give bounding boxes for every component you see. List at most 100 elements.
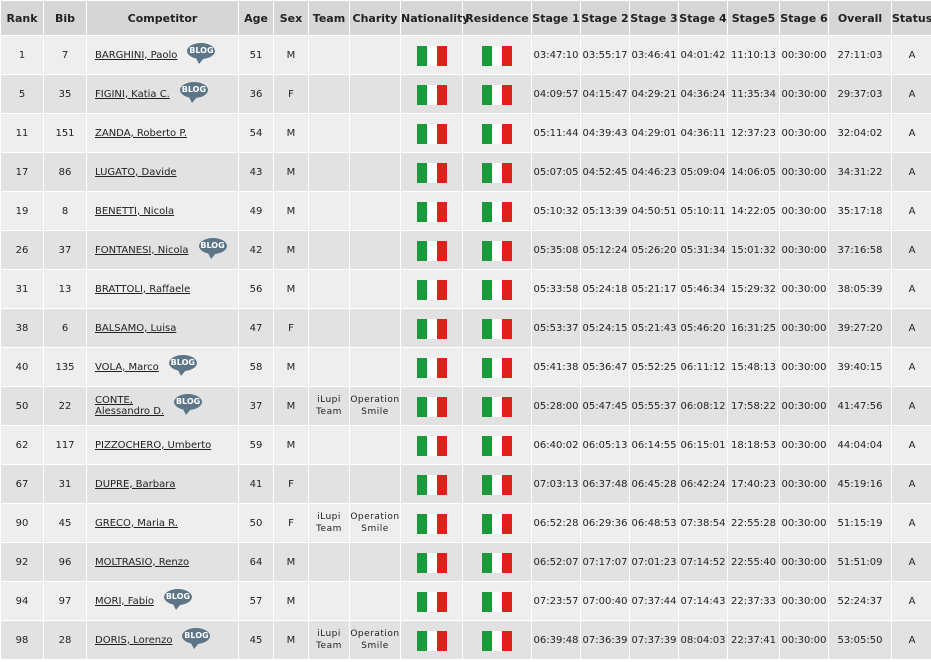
stage-6-cell: 00:30:00 xyxy=(780,231,828,269)
residence-flag-icon xyxy=(482,163,512,183)
charity-cell-line-1: Operation xyxy=(350,629,400,639)
age-cell: 45 xyxy=(239,621,273,659)
team-cell: iLupi Team xyxy=(309,387,349,425)
flag-stripe xyxy=(436,592,447,612)
stage-2-cell: 03:55:17 xyxy=(581,36,629,74)
flag-stripe xyxy=(502,631,512,651)
sex-cell: M xyxy=(274,231,308,269)
stage-6-cell: 00:30:00 xyxy=(780,582,828,620)
stage-2-cell: 05:36:47 xyxy=(581,348,629,386)
overall-cell: 27:11:03 xyxy=(829,36,891,74)
stage-2-cell: 04:15:47 xyxy=(581,75,629,113)
flag-stripe xyxy=(482,358,492,378)
competitor-name: ZANDA, Roberto P. xyxy=(95,127,187,139)
competitor-link[interactable]: BRATTOLI, Raffaele xyxy=(95,284,190,295)
competitor-link[interactable]: DORIS, Lorenzo xyxy=(95,635,172,646)
flag-stripe xyxy=(482,514,492,534)
nationality-flag-icon xyxy=(416,358,447,378)
sex-cell: F xyxy=(274,465,308,503)
flag-stripe xyxy=(416,514,427,534)
flag-stripe xyxy=(492,85,502,105)
competitor-cell: GRECO, Maria R. xyxy=(87,504,238,542)
flag-stripe xyxy=(502,514,512,534)
residence-flag-icon xyxy=(482,46,512,66)
flag-stripe xyxy=(416,202,427,222)
flag-stripe xyxy=(426,592,437,612)
blog-badge-icon[interactable]: BLOG xyxy=(168,355,197,376)
competitor-name: DORIS, Lorenzo xyxy=(95,634,173,646)
residence-flag-cell xyxy=(463,426,531,464)
competitor-link[interactable]: BARGHINI, Paolo xyxy=(95,50,177,61)
flag-stripe xyxy=(482,202,492,222)
sex-cell: F xyxy=(274,504,308,542)
competitor-link[interactable]: FONTANESI, Nicola xyxy=(95,245,189,256)
stage-1-cell: 05:35:08 xyxy=(532,231,580,269)
blog-badge-icon[interactable]: BLOG xyxy=(179,82,208,103)
blog-badge-icon[interactable]: BLOG xyxy=(174,394,203,415)
header-bib: Bib xyxy=(44,1,86,35)
stage-2-cell: 07:17:07 xyxy=(581,543,629,581)
competitor-name: MORI, Fabio xyxy=(95,595,154,607)
flag-stripe xyxy=(502,397,512,417)
flag-stripe xyxy=(436,436,447,456)
competitor-name: DUPRE, Barbara xyxy=(95,478,176,490)
stage-3-cell: 04:46:23 xyxy=(630,153,678,191)
bib-cell: 37 xyxy=(44,231,86,269)
competitor-link[interactable]: MORI, Fabio xyxy=(95,596,154,607)
header-stage-2: Stage 2 xyxy=(581,1,629,35)
competitor-link[interactable]: BALSAMO, Luisa xyxy=(95,323,176,334)
table-row: 62 117 PIZZOCHERO, Umberto 59 M 06:40:02 06:05… xyxy=(1,426,931,464)
sex-cell: M xyxy=(274,36,308,74)
competitor-cell: ZANDA, Roberto P. xyxy=(87,114,238,152)
competitor-name: FONTANESI, Nicola xyxy=(95,244,189,256)
competitor-link[interactable]: VOLA, Marco xyxy=(95,362,159,373)
blog-badge-icon[interactable]: BLOG xyxy=(187,43,216,64)
blog-badge-icon[interactable]: BLOG xyxy=(198,238,227,259)
stage-2-cell: 06:37:48 xyxy=(581,465,629,503)
competitor-link[interactable]: BENETTI, Nicola xyxy=(95,206,174,217)
stage-6-cell: 00:30:00 xyxy=(780,387,828,425)
nationality-flag-icon xyxy=(416,46,447,66)
blog-badge-icon[interactable]: BLOG xyxy=(182,628,211,649)
flag-stripe xyxy=(492,553,502,573)
competitor-link[interactable]: MOLTRASIO, Renzo xyxy=(95,557,189,568)
stage-4-cell: 05:10:11 xyxy=(679,192,727,230)
stage-2-cell: 05:13:39 xyxy=(581,192,629,230)
competitor-link[interactable]: FIGINI, Katia C. xyxy=(95,89,170,100)
competitor-link[interactable]: CONTE, Alessandro D. xyxy=(95,395,164,417)
team-cell-line-2: Team xyxy=(316,641,342,651)
header-sex: Sex xyxy=(274,1,308,35)
competitor-link[interactable]: PIZZOCHERO, Umberto xyxy=(95,440,211,451)
residence-flag-cell xyxy=(463,465,531,503)
flag-stripe xyxy=(502,241,512,261)
competitor-cell: DUPRE, Barbara xyxy=(87,465,238,503)
competitor-cell: LUGATO, Davide xyxy=(87,153,238,191)
team-cell xyxy=(309,75,349,113)
bib-cell: 13 xyxy=(44,270,86,308)
competitor-link[interactable]: LUGATO, Davide xyxy=(95,167,177,178)
flag-stripe xyxy=(492,631,502,651)
overall-cell: 52:24:37 xyxy=(829,582,891,620)
flag-stripe xyxy=(482,631,492,651)
nationality-flag-icon xyxy=(416,436,447,456)
stage-3-cell: 05:21:43 xyxy=(630,309,678,347)
competitor-link[interactable]: DUPRE, Barbara xyxy=(95,479,176,490)
residence-flag-cell xyxy=(463,75,531,113)
stage-4-cell: 05:46:34 xyxy=(679,270,727,308)
stage-2-cell: 04:39:43 xyxy=(581,114,629,152)
flag-stripe xyxy=(426,241,437,261)
competitor-cell: FONTANESI, Nicola BLOG xyxy=(87,231,238,269)
stage-1-cell: 05:41:38 xyxy=(532,348,580,386)
blog-badge-icon[interactable]: BLOG xyxy=(163,589,192,610)
competitor-link[interactable]: GRECO, Maria R. xyxy=(95,518,178,529)
stage-3-cell: 06:14:55 xyxy=(630,426,678,464)
charity-cell-line-1: Operation xyxy=(350,395,400,405)
team-cell: iLupi Team xyxy=(309,504,349,542)
stage-4-cell: 05:31:34 xyxy=(679,231,727,269)
nationality-flag-icon xyxy=(416,163,447,183)
flag-stripe xyxy=(492,163,502,183)
competitor-name: BARGHINI, Paolo xyxy=(95,49,178,61)
bib-cell: 8 xyxy=(44,192,86,230)
charity-cell xyxy=(350,192,400,230)
competitor-link[interactable]: ZANDA, Roberto P. xyxy=(95,128,187,139)
